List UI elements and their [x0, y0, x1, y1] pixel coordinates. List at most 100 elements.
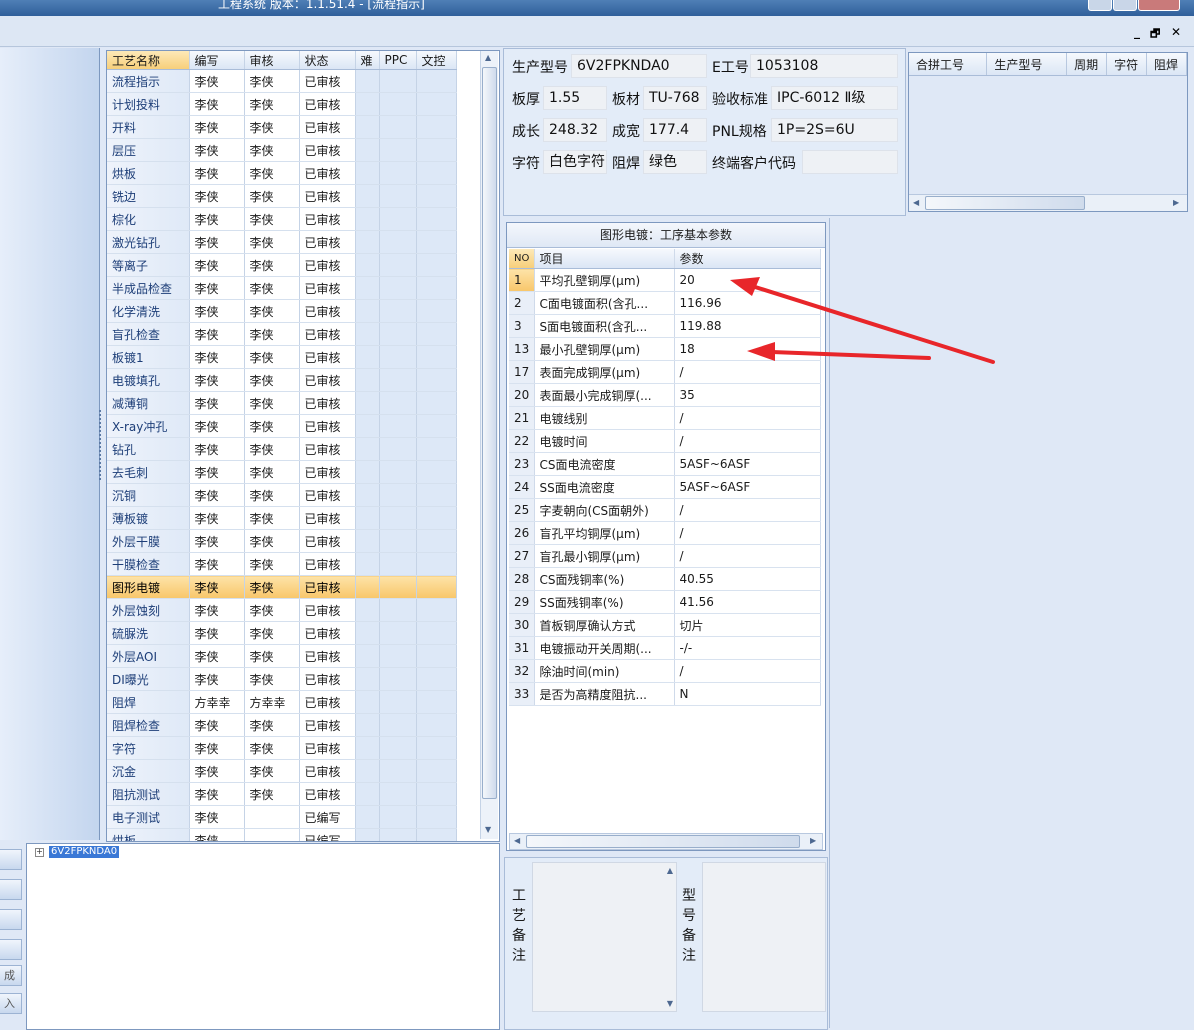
- param-row[interactable]: 28 CS面残铜率(%) 40.55: [509, 567, 821, 591]
- param-item-cell[interactable]: 盲孔最小铜厚(μm): [534, 544, 675, 568]
- table-row[interactable]: 烘板 李侠 已编写: [107, 828, 457, 841]
- table-cell[interactable]: [355, 782, 380, 806]
- param-row[interactable]: 1 平均孔壁铜厚(μm) 20: [509, 268, 821, 292]
- table-cell[interactable]: [355, 299, 380, 323]
- param-col-header[interactable]: 参数: [674, 249, 821, 269]
- param-item-cell[interactable]: CS面电流密度: [534, 452, 675, 476]
- table-cell[interactable]: [416, 736, 457, 760]
- mdi-minimize-icon[interactable]: _: [1134, 25, 1140, 39]
- table-cell[interactable]: 已审核: [299, 92, 356, 116]
- table-cell[interactable]: [379, 368, 417, 392]
- table-cell[interactable]: 已审核: [299, 690, 356, 714]
- table-cell[interactable]: 李侠: [244, 621, 300, 645]
- table-cell[interactable]: [416, 552, 457, 576]
- table-cell[interactable]: [355, 621, 380, 645]
- param-row[interactable]: 29 SS面残铜率(%) 41.56: [509, 590, 821, 614]
- param-item-cell[interactable]: C面电镀面积(含孔...: [534, 291, 675, 315]
- table-cell[interactable]: [379, 460, 417, 484]
- mdi-close-icon[interactable]: ✕: [1171, 25, 1181, 39]
- table-cell[interactable]: 层压: [107, 138, 190, 162]
- param-no-cell[interactable]: 3: [509, 314, 535, 338]
- table-cell[interactable]: [355, 437, 380, 461]
- table-row[interactable]: 阻焊检查 李侠 李侠 已审核: [107, 713, 457, 737]
- param-no-cell[interactable]: 31: [509, 636, 535, 660]
- table-cell[interactable]: 李侠: [244, 598, 300, 622]
- table-cell[interactable]: [416, 184, 457, 208]
- table-cell[interactable]: 已审核: [299, 736, 356, 760]
- table-cell[interactable]: [379, 621, 417, 645]
- process-col-header[interactable]: 文控: [416, 51, 457, 70]
- param-col-header[interactable]: NO: [509, 249, 535, 269]
- table-row[interactable]: 激光钻孔 李侠 李侠 已审核: [107, 230, 457, 254]
- table-cell[interactable]: [355, 138, 380, 162]
- table-cell[interactable]: 李侠: [189, 667, 245, 691]
- merge-col-header[interactable]: 合拼工号: [909, 53, 988, 76]
- param-no-cell[interactable]: 23: [509, 452, 535, 476]
- table-cell[interactable]: [355, 529, 380, 553]
- table-cell[interactable]: 李侠: [244, 713, 300, 737]
- model-value[interactable]: 6V2FPKNDA0: [571, 54, 707, 78]
- close-window-button[interactable]: [1138, 0, 1180, 11]
- param-item-cell[interactable]: 是否为高精度阻抗...: [534, 682, 675, 706]
- table-cell[interactable]: [355, 483, 380, 507]
- table-cell[interactable]: [355, 414, 380, 438]
- param-scroll-left-icon[interactable]: ◀: [514, 836, 520, 845]
- table-cell[interactable]: 李侠: [244, 345, 300, 369]
- table-cell[interactable]: 铣边: [107, 184, 190, 208]
- table-cell[interactable]: [355, 506, 380, 530]
- thickness-value[interactable]: 1.55: [543, 86, 607, 110]
- table-cell[interactable]: 李侠: [189, 253, 245, 277]
- table-row[interactable]: 钻孔 李侠 李侠 已审核: [107, 437, 457, 461]
- param-row[interactable]: 32 除油时间(min) /: [509, 659, 821, 683]
- param-no-cell[interactable]: 30: [509, 613, 535, 637]
- table-cell[interactable]: 李侠: [244, 299, 300, 323]
- param-row[interactable]: 3 S面电镀面积(含孔... 119.88: [509, 314, 821, 338]
- table-cell[interactable]: [416, 345, 457, 369]
- pnl-value[interactable]: 1P=2S=6U: [771, 118, 898, 142]
- table-row[interactable]: 层压 李侠 李侠 已审核: [107, 138, 457, 162]
- table-row[interactable]: 半成品检查 李侠 李侠 已审核: [107, 276, 457, 300]
- customer-value[interactable]: [802, 150, 898, 174]
- table-cell[interactable]: 李侠: [244, 644, 300, 668]
- table-cell[interactable]: 阻抗测试: [107, 782, 190, 806]
- maximize-window-button[interactable]: [1113, 0, 1137, 11]
- table-cell[interactable]: [416, 506, 457, 530]
- param-item-cell[interactable]: 除油时间(min): [534, 659, 675, 683]
- table-row[interactable]: 去毛刺 李侠 李侠 已审核: [107, 460, 457, 484]
- param-row[interactable]: 22 电镀时间 /: [509, 429, 821, 453]
- standard-value[interactable]: IPC-6012 Ⅱ级: [771, 86, 898, 110]
- table-cell[interactable]: X-ray冲孔: [107, 414, 190, 438]
- table-row[interactable]: 字符 李侠 李侠 已审核: [107, 736, 457, 760]
- table-cell[interactable]: 已审核: [299, 115, 356, 139]
- table-cell[interactable]: 激光钻孔: [107, 230, 190, 254]
- table-cell[interactable]: 已审核: [299, 368, 356, 392]
- table-cell[interactable]: 已审核: [299, 621, 356, 645]
- table-cell[interactable]: 已审核: [299, 552, 356, 576]
- table-row[interactable]: 铣边 李侠 李侠 已审核: [107, 184, 457, 208]
- table-cell[interactable]: 李侠: [244, 460, 300, 484]
- param-row[interactable]: 30 首板铜厚确认方式 切片: [509, 613, 821, 637]
- table-cell[interactable]: 方幸幸: [244, 690, 300, 714]
- table-cell[interactable]: [416, 759, 457, 783]
- table-cell[interactable]: [379, 598, 417, 622]
- table-cell[interactable]: 李侠: [244, 437, 300, 461]
- param-row[interactable]: 21 电镀线别 /: [509, 406, 821, 430]
- table-cell[interactable]: 已审核: [299, 414, 356, 438]
- table-cell[interactable]: [355, 184, 380, 208]
- table-cell[interactable]: [379, 690, 417, 714]
- merge-grid-hscrollbar[interactable]: ◀ ▶: [909, 194, 1187, 211]
- param-no-cell[interactable]: 2: [509, 291, 535, 315]
- table-cell[interactable]: [416, 575, 457, 599]
- param-col-header[interactable]: 项目: [534, 249, 675, 269]
- table-cell[interactable]: 已审核: [299, 667, 356, 691]
- table-row[interactable]: 薄板镀 李侠 李侠 已审核: [107, 506, 457, 530]
- table-cell[interactable]: 李侠: [244, 207, 300, 231]
- table-cell[interactable]: 李侠: [189, 552, 245, 576]
- table-cell[interactable]: 减薄铜: [107, 391, 190, 415]
- process-col-header[interactable]: 工艺名称: [107, 51, 190, 70]
- table-cell[interactable]: [379, 253, 417, 277]
- splitter-handle[interactable]: [99, 410, 106, 480]
- merge-col-header[interactable]: 阻焊: [1146, 53, 1187, 76]
- table-row[interactable]: 沉金 李侠 李侠 已审核: [107, 759, 457, 783]
- table-cell[interactable]: 李侠: [244, 782, 300, 806]
